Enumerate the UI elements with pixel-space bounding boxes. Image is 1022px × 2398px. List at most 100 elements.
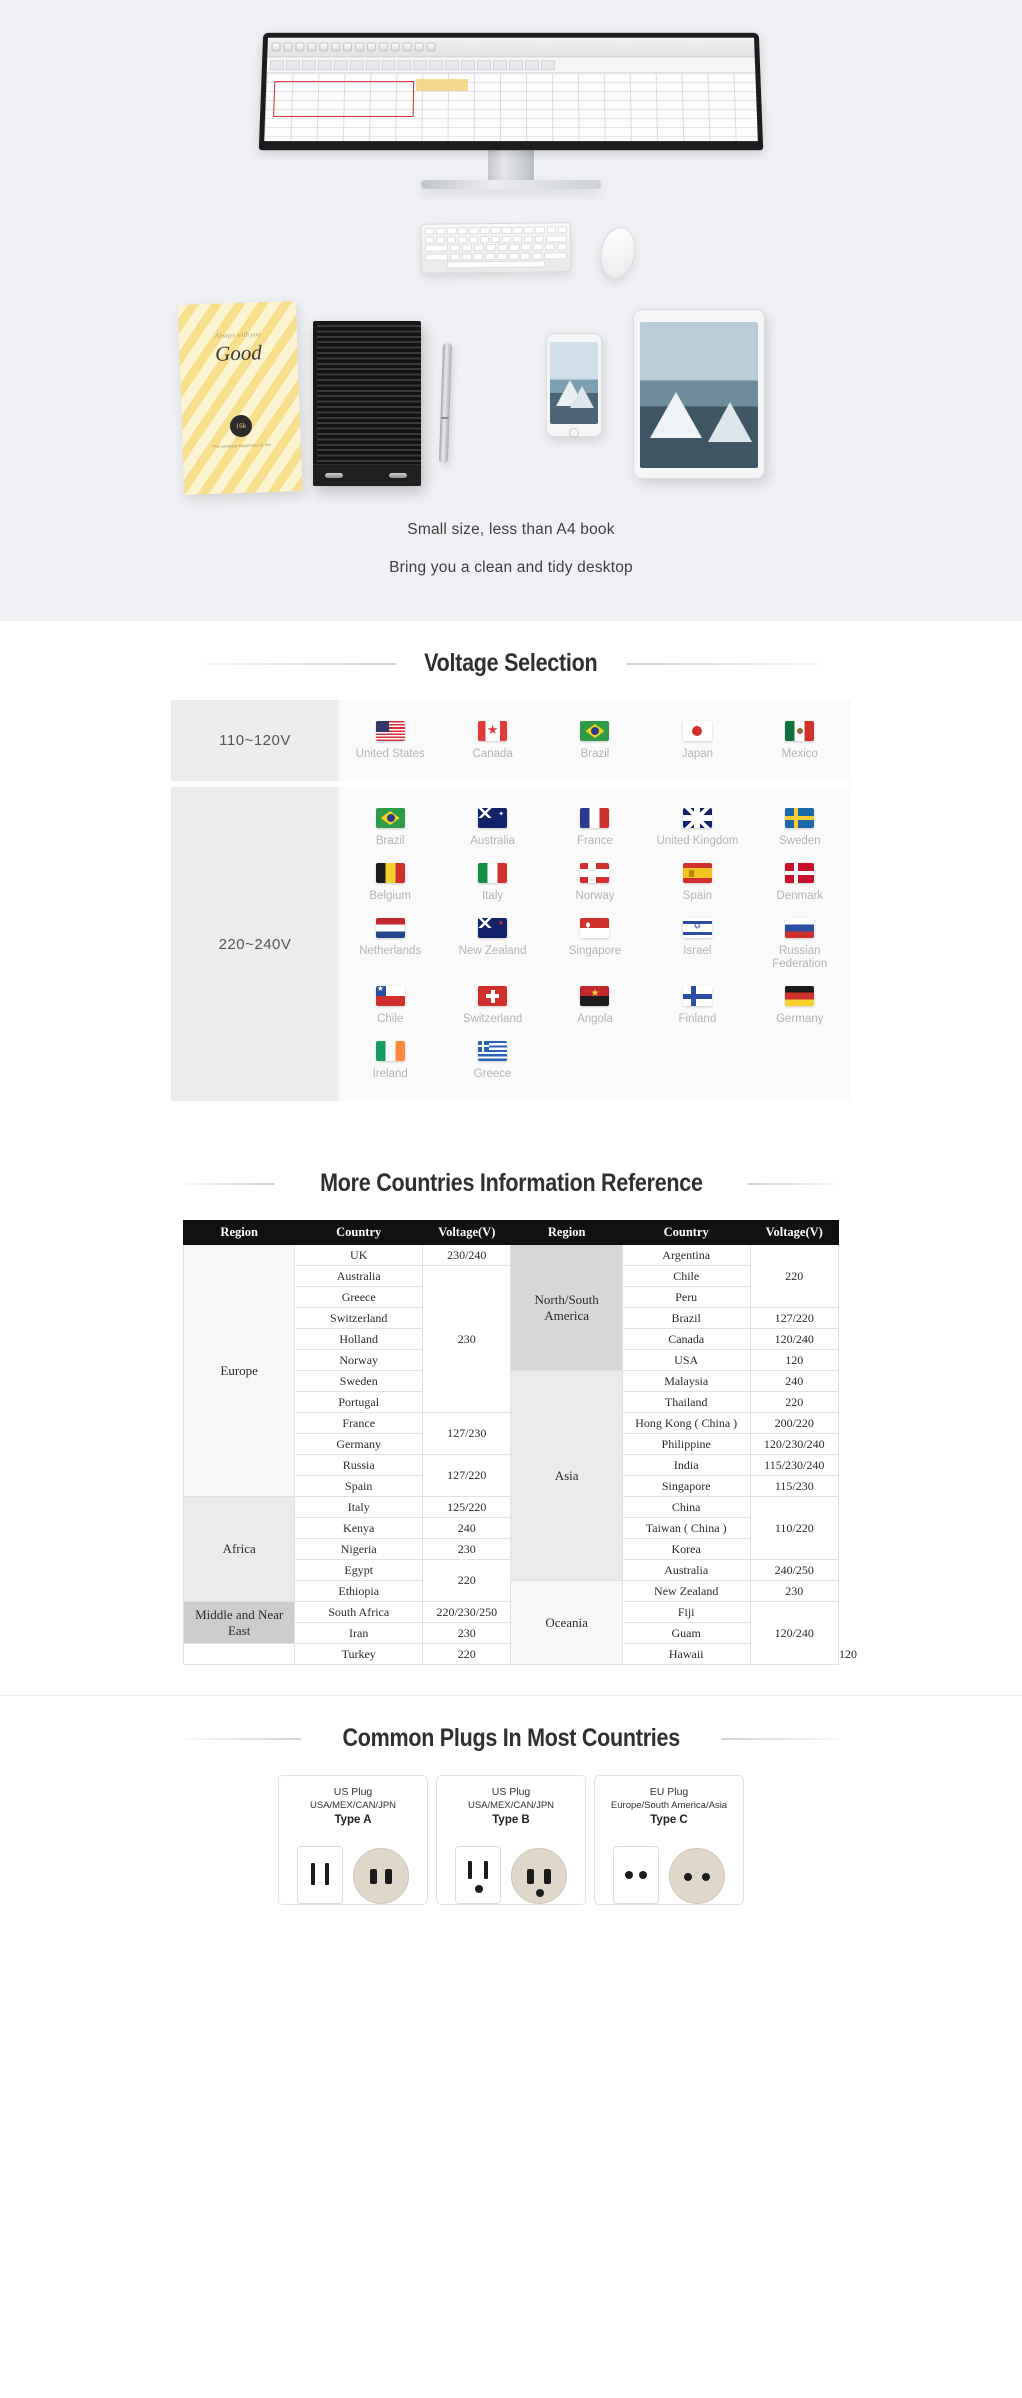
plugs-section: Common Plugs In Most Countries US Plug U… [0, 1695, 1022, 1931]
country-cell-right: China [621, 1496, 751, 1518]
monitor-stand-neck [488, 150, 534, 180]
country-cell-left: UK [294, 1244, 424, 1266]
country-item[interactable]: Finland [646, 977, 748, 1032]
country-label: Russian Federation [772, 945, 828, 970]
country-label: Angola [577, 1013, 613, 1025]
country-item[interactable]: United States [339, 712, 441, 767]
country-cell-right: Malaysia [621, 1370, 751, 1392]
country-item[interactable]: Norway [544, 854, 646, 909]
country-cell-left: Turkey [294, 1643, 424, 1665]
country-label: Sweden [778, 835, 821, 847]
voltage-group-220-240: 220~240V Brazil Australia France United … [171, 787, 851, 1101]
country-item[interactable]: Ireland [339, 1032, 441, 1087]
hero-caption-secondary: Bring you a clean and tidy desktop [389, 559, 633, 576]
country-label: Italy [482, 890, 504, 902]
country-cell-left: Holland [294, 1328, 424, 1350]
country-item[interactable]: Brazil [339, 799, 441, 854]
country-cell-left: Greece [294, 1286, 424, 1308]
country-item[interactable]: Mexico [749, 712, 851, 767]
country-label: Israel [683, 945, 712, 957]
country-item[interactable]: Russian Federation [749, 909, 851, 977]
country-item[interactable]: France [544, 799, 646, 854]
plugs-section-title: Common Plugs In Most Countries [342, 1724, 680, 1752]
plug-card-type-b[interactable]: US Plug USA/MEX/CAN/JPN Type B [436, 1775, 586, 1905]
hero-caption-primary: Small size, less than A4 book [407, 521, 615, 538]
flag-br-icon [580, 721, 610, 741]
voltage-cell-left: 230 [422, 1622, 512, 1644]
heading-rule-left [171, 1737, 301, 1740]
flag-it-icon [478, 863, 508, 883]
country-cell-left: Norway [294, 1349, 424, 1371]
country-cell-left: Switzerland [294, 1307, 424, 1329]
country-item[interactable]: New Zealand [441, 909, 543, 977]
table-header-row: Region Country Voltage(V) Region Country… [182, 1220, 839, 1245]
flag-us-icon [375, 721, 405, 741]
voltage-group-label: 110~120V [171, 700, 339, 781]
voltage-cell-right: 240 [749, 1370, 839, 1392]
country-label: Denmark [776, 890, 824, 902]
country-item[interactable]: Spain [646, 854, 748, 909]
country-item[interactable]: Netherlands [339, 909, 441, 977]
region-cell-left: Middle and Near East [182, 1601, 296, 1644]
table-row: Europe UK 230/240 North/South America Argent… [182, 1244, 839, 1497]
country-item-empty [544, 1032, 646, 1087]
country-item[interactable]: Denmark [749, 854, 851, 909]
country-item[interactable]: Chile [339, 977, 441, 1032]
country-item[interactable]: Italy [441, 854, 543, 909]
voltage-cell-left: 230 [422, 1265, 512, 1413]
country-label: Germany [776, 1013, 824, 1025]
country-label: Brazil [580, 748, 610, 760]
plug-illustration-b [445, 1830, 577, 1904]
socket-type-c-icon [613, 1846, 659, 1904]
voltage-cell-right: 120 [749, 1349, 839, 1371]
peripherals-row [171, 222, 851, 293]
country-item[interactable]: Australia [441, 799, 543, 854]
spreadsheet-toolbar [267, 37, 755, 58]
country-item[interactable]: United Kingdom [646, 799, 748, 854]
region-cell-right: Asia [510, 1370, 623, 1581]
country-label: United Kingdom [656, 835, 739, 847]
voltage-cell-left: 220 [422, 1559, 512, 1602]
country-item[interactable]: Canada [441, 712, 543, 767]
voltage-cell-right: 115/230 [749, 1475, 839, 1497]
mini-pc-base [313, 464, 421, 486]
notebook-badge: 16k [229, 414, 253, 438]
country-item[interactable]: Greece [441, 1032, 543, 1087]
country-item[interactable]: Angola [544, 977, 646, 1032]
country-cell-right: Hong Kong ( China ) [621, 1412, 751, 1434]
flag-dk-icon [785, 863, 815, 883]
voltage-cell-right: 120/240 [749, 1601, 839, 1665]
col-header-region-right: Region [510, 1220, 623, 1245]
country-item[interactable]: Germany [749, 977, 851, 1032]
flag-nl-icon [375, 918, 405, 938]
plug-card-type-a[interactable]: US Plug USA/MEX/CAN/JPN Type A [278, 1775, 428, 1905]
country-label: Finland [678, 1013, 717, 1025]
country-item[interactable]: Sweden [749, 799, 851, 854]
flag-ca-icon [478, 721, 508, 741]
country-label: Switzerland [462, 1013, 523, 1025]
socket-round-a-icon [353, 1848, 409, 1904]
tablet-illustration [633, 309, 765, 479]
country-item[interactable]: Japan [646, 712, 748, 767]
voltage-group-country-grid: United States Canada Brazil Japan [339, 700, 851, 781]
country-cell-right: Australia [621, 1559, 751, 1581]
plug-card-type-c[interactable]: EU Plug Europe/South America/Asia Type C [594, 1775, 744, 1905]
region-cell-right: Oceania [510, 1580, 623, 1665]
voltage-cell-left: 240 [422, 1517, 512, 1539]
country-item[interactable]: Brazil [544, 712, 646, 767]
country-cell-right: Philippine [621, 1433, 751, 1455]
country-item[interactable]: Belgium [339, 854, 441, 909]
socket-round-b-icon [511, 1848, 567, 1904]
country-item[interactable]: Singapore [544, 909, 646, 977]
reference-section: More Countries Information Reference Reg… [0, 1141, 1022, 1665]
voltage-cell-left: 230 [422, 1538, 512, 1560]
voltage-cell-right: 120/240 [749, 1328, 839, 1350]
country-item[interactable]: Switzerland [441, 977, 543, 1032]
country-cell-left: Italy [294, 1496, 424, 1518]
country-item[interactable]: Israel [646, 909, 748, 977]
region-cell-right: North/South America [510, 1244, 623, 1371]
country-cell-right: Canada [621, 1328, 751, 1350]
country-label: Japan [681, 748, 714, 760]
product-detail-page: Always with you Good 16k The greatest ha… [0, 0, 1022, 1931]
voltage-cell-right: 220 [749, 1244, 839, 1308]
